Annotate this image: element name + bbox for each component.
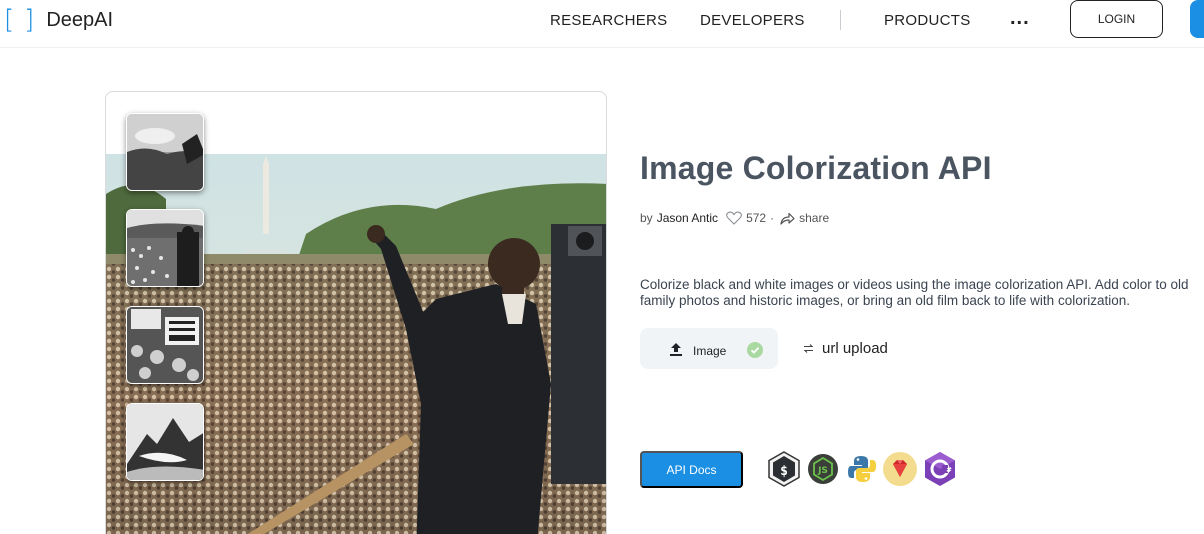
api-description: Colorize black and white images or video… — [640, 277, 1189, 308]
svg-text:$: $ — [780, 464, 788, 479]
nodejs-icon[interactable]: JS — [806, 451, 840, 487]
by-label: by — [640, 211, 653, 225]
demo-image-card — [105, 91, 607, 534]
nav-developers[interactable]: DEVELOPERS — [700, 12, 805, 29]
logo-bracket-right: ] — [24, 5, 35, 35]
ruby-icon[interactable] — [883, 451, 917, 487]
sample-thumbnail-landscape[interactable] — [126, 113, 204, 191]
nav-researchers[interactable]: RESEARCHERS — [550, 12, 668, 29]
nav-divider — [840, 10, 841, 30]
url-upload-tab[interactable]: url upload — [803, 340, 888, 357]
heart-icon[interactable] — [726, 211, 742, 225]
signup-button[interactable] — [1190, 0, 1204, 38]
top-navbar: [ ] DeepAI RESEARCHERS DEVELOPERS PRODUC… — [0, 0, 1204, 48]
api-docs-button[interactable]: API Docs — [640, 451, 743, 488]
svg-text:JS: JS — [817, 466, 828, 476]
check-icon — [747, 342, 763, 358]
nav-products[interactable]: PRODUCTS — [884, 12, 971, 29]
page-title: Image Colorization API — [640, 150, 992, 186]
deepai-logo[interactable]: [ ] DeepAI — [4, 5, 113, 35]
logo-bracket-left: [ — [4, 5, 15, 35]
share-icon[interactable] — [780, 212, 795, 225]
image-upload-tab[interactable]: Image — [640, 328, 778, 369]
swap-icon — [803, 343, 814, 354]
shell-icon[interactable]: $ — [767, 451, 801, 487]
logo-text: DeepAI — [46, 8, 114, 31]
sample-thumbnail-protest[interactable] — [126, 306, 204, 384]
python-icon[interactable] — [845, 451, 879, 487]
image-tab-label: Image — [693, 344, 727, 358]
more-menu-icon[interactable]: ... — [1010, 7, 1030, 30]
author-meta: by Jason Antic 572 · share — [640, 211, 829, 225]
url-tab-label: url upload — [822, 340, 888, 357]
sample-thumbnail-march[interactable] — [126, 209, 204, 287]
meta-separator: · — [770, 211, 775, 225]
svg-text:#: # — [946, 466, 952, 474]
login-button[interactable]: LOGIN — [1070, 0, 1163, 38]
upload-icon — [669, 342, 683, 356]
csharp-icon[interactable]: # — [923, 451, 957, 487]
author-link[interactable]: Jason Antic — [657, 211, 718, 225]
like-count: 572 — [746, 211, 767, 225]
share-link[interactable]: share — [799, 211, 829, 225]
sample-thumbnail-mountain[interactable] — [126, 403, 204, 481]
